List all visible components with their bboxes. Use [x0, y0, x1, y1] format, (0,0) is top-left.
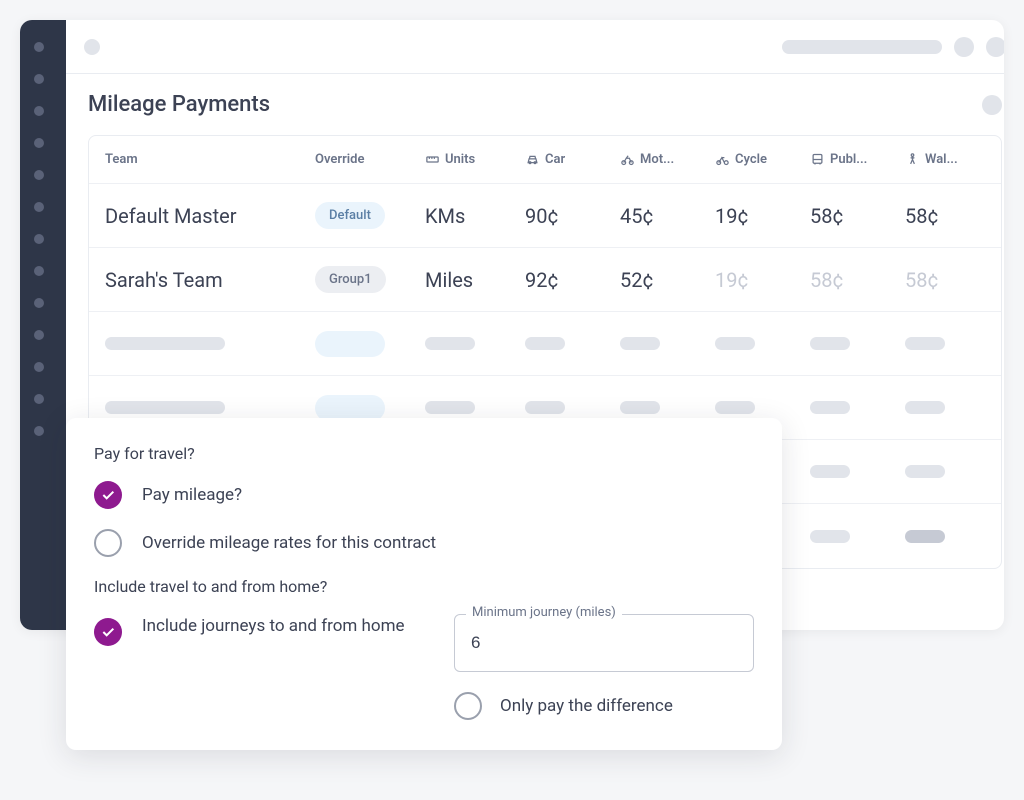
cell-motorbike: 45¢	[620, 204, 715, 228]
topbar-avatar-placeholder	[954, 37, 974, 57]
th-car: Car	[525, 152, 620, 167]
cell-cycle: 19¢	[715, 268, 810, 292]
th-motorbike: Mot...	[620, 152, 715, 167]
option-label: Include journeys to and from home	[142, 614, 405, 640]
cell-units: KMs	[425, 204, 525, 228]
override-badge: Default	[315, 202, 385, 229]
page-title: Mileage Payments	[88, 92, 270, 117]
table-row[interactable]: Sarah's Team Group1 Miles 92¢ 52¢ 19¢ 58…	[89, 248, 1001, 312]
page-header: Mileage Payments	[88, 92, 1002, 117]
motorbike-icon	[620, 152, 635, 167]
sidebar-item[interactable]	[34, 234, 52, 244]
cell-public: 58¢	[810, 268, 905, 292]
travel-settings-panel: Pay for travel? Pay mileage? Override mi…	[66, 418, 782, 750]
cell-cycle: 19¢	[715, 204, 810, 228]
option-pay-mileage[interactable]: Pay mileage?	[94, 481, 754, 509]
option-pay-difference[interactable]: Only pay the difference	[454, 692, 754, 720]
topbar-avatar-placeholder	[986, 37, 1004, 57]
cell-override: Default	[315, 202, 425, 229]
th-cycle: Cycle	[715, 152, 810, 167]
sidebar-item[interactable]	[34, 394, 52, 404]
th-override: Override	[315, 152, 425, 167]
cell-car: 90¢	[525, 204, 620, 228]
cell-override: Group1	[315, 266, 425, 293]
bicycle-icon	[715, 152, 730, 167]
option-override-rates[interactable]: Override mileage rates for this contract	[94, 529, 754, 557]
option-label: Only pay the difference	[500, 696, 673, 716]
override-badge: Group1	[315, 266, 386, 293]
th-walking: Wal...	[905, 152, 985, 167]
header-action-placeholder	[982, 95, 1002, 115]
option-label: Pay mileage?	[142, 485, 242, 505]
checkbox-unchecked-icon[interactable]	[454, 692, 482, 720]
topbar	[66, 20, 1004, 74]
cell-car: 92¢	[525, 268, 620, 292]
sidebar-item[interactable]	[34, 362, 52, 372]
min-journey-input[interactable]	[454, 614, 754, 672]
section-label-pay: Pay for travel?	[94, 444, 754, 463]
sidebar-item[interactable]	[34, 202, 52, 212]
option-label: Override mileage rates for this contract	[142, 533, 436, 553]
sidebar-item[interactable]	[34, 330, 52, 340]
table-row[interactable]: Default Master Default KMs 90¢ 45¢ 19¢ 5…	[89, 184, 1001, 248]
sidebar-item[interactable]	[34, 106, 52, 116]
topbar-placeholder	[782, 40, 942, 54]
checkbox-unchecked-icon[interactable]	[94, 529, 122, 557]
walk-icon	[905, 152, 920, 167]
option-include-home[interactable]: Include journeys to and from home	[94, 614, 434, 646]
sidebar-item[interactable]	[34, 138, 52, 148]
cell-team: Sarah's Team	[105, 268, 315, 292]
th-public: Publ...	[810, 152, 905, 167]
sidebar-item[interactable]	[34, 426, 52, 436]
cell-walking: 58¢	[905, 268, 985, 292]
ruler-icon	[425, 152, 440, 167]
sidebar	[20, 20, 66, 630]
checkbox-checked-icon[interactable]	[94, 618, 122, 646]
cell-walking: 58¢	[905, 204, 985, 228]
sidebar-item[interactable]	[34, 298, 52, 308]
th-units: Units	[425, 152, 525, 167]
sidebar-item[interactable]	[34, 42, 52, 52]
sidebar-item[interactable]	[34, 74, 52, 84]
sidebar-item[interactable]	[34, 266, 52, 276]
car-icon	[525, 152, 540, 167]
cell-team: Default Master	[105, 204, 315, 228]
table-row-placeholder	[89, 312, 1001, 376]
input-label: Minimum journey (miles)	[466, 605, 622, 620]
cell-units: Miles	[425, 268, 525, 292]
min-journey-field: Minimum journey (miles)	[454, 614, 754, 672]
sidebar-item[interactable]	[34, 170, 52, 180]
checkbox-checked-icon[interactable]	[94, 481, 122, 509]
th-team: Team	[105, 152, 315, 167]
section-label-home: Include travel to and from home?	[94, 577, 754, 596]
cell-motorbike: 52¢	[620, 268, 715, 292]
cell-public: 58¢	[810, 204, 905, 228]
table-header-row: Team Override Units Car Mot...	[89, 136, 1001, 184]
topbar-placeholder	[84, 39, 100, 55]
bus-icon	[810, 152, 825, 167]
